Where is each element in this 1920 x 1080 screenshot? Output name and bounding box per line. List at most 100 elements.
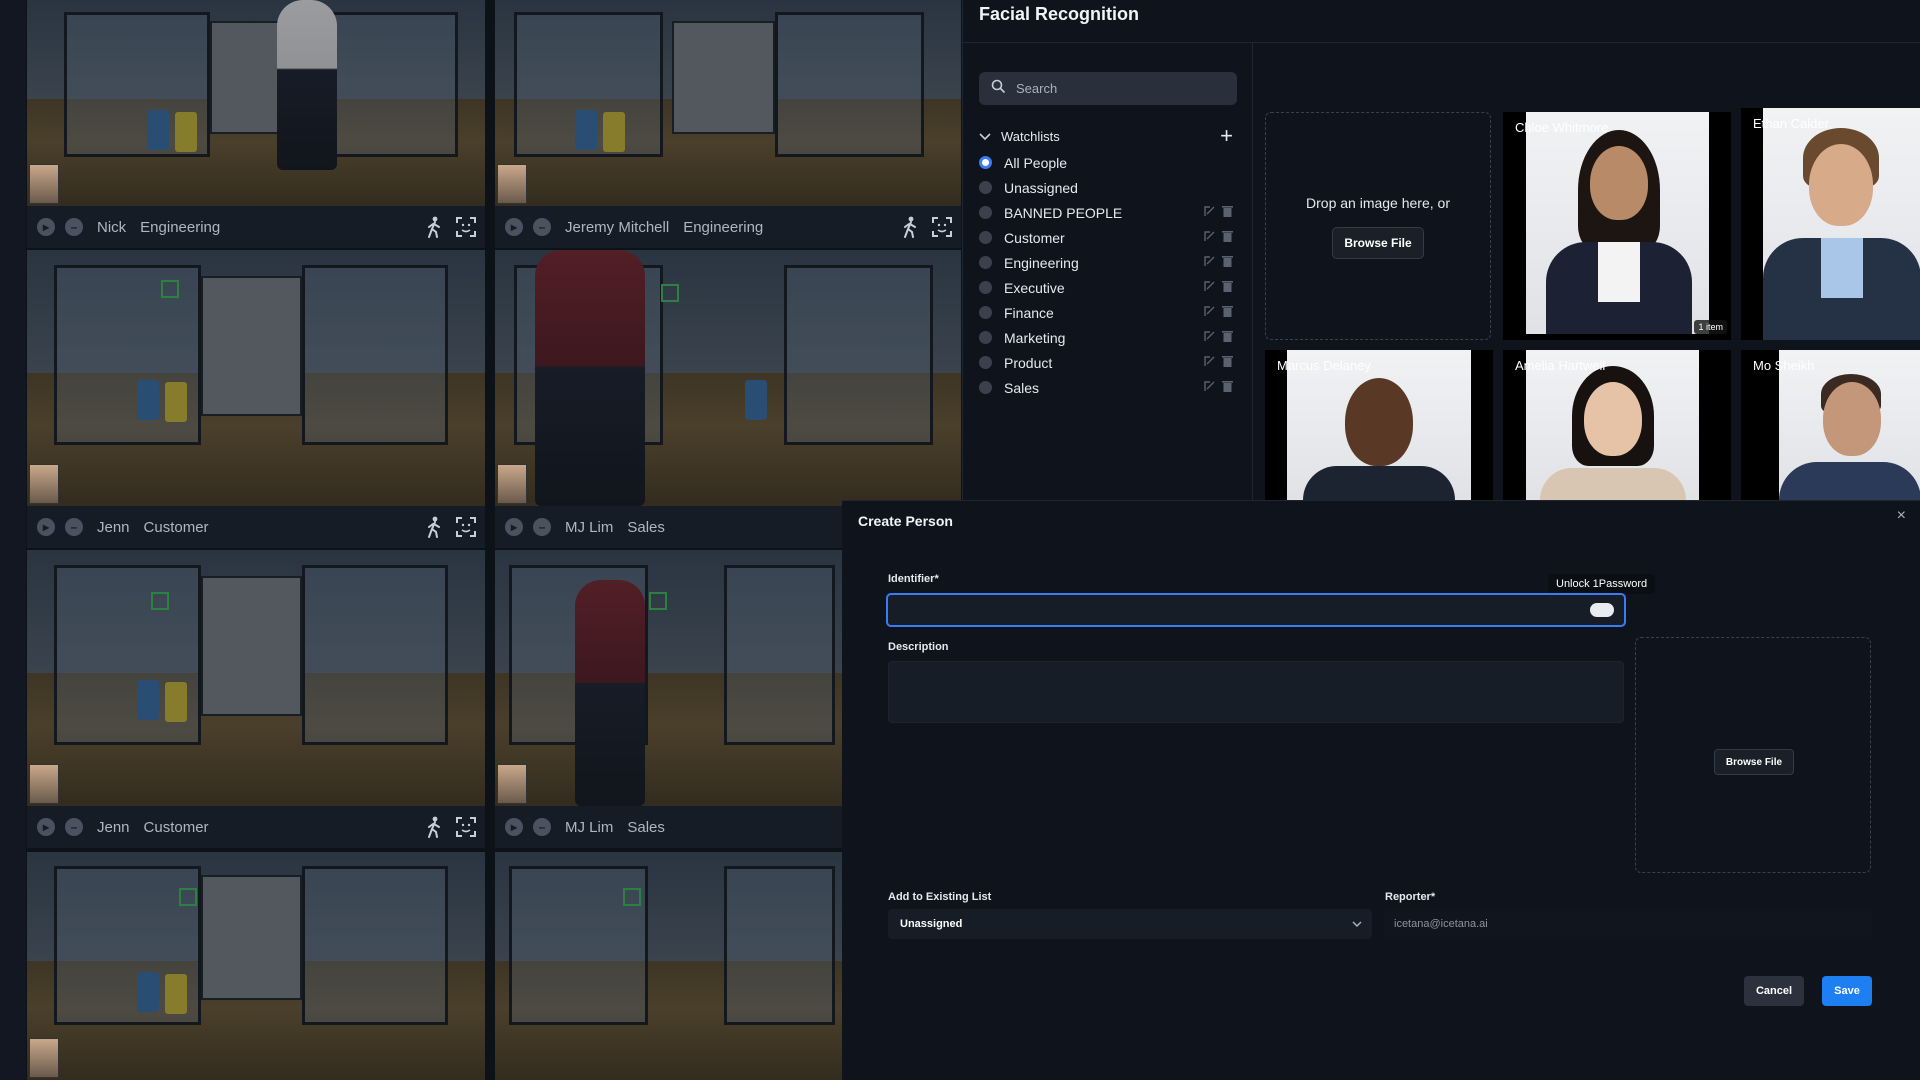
radio-icon[interactable]: [979, 381, 992, 394]
search-icon: [991, 79, 1006, 99]
edit-icon[interactable]: [1203, 205, 1216, 221]
edit-icon[interactable]: [1203, 230, 1216, 246]
watchlist-item[interactable]: Executive: [979, 275, 1237, 300]
identifier-field-wrapper: [886, 593, 1626, 627]
search-box: [979, 72, 1237, 105]
camera-feed[interactable]: [27, 0, 485, 206]
image-drop-zone[interactable]: Drop an image here, or Browse File: [1265, 112, 1491, 340]
trash-icon[interactable]: [1222, 230, 1233, 246]
person-image-drop-zone[interactable]: Browse File: [1635, 637, 1871, 873]
watchlist-item[interactable]: BANNED PEOPLE: [979, 200, 1237, 225]
camera-feed[interactable]: [27, 250, 485, 506]
person-card[interactable]: Ethan Calder: [1741, 108, 1920, 340]
watchlist-label: Executive: [1004, 279, 1065, 296]
radio-icon[interactable]: [979, 356, 992, 369]
edit-icon[interactable]: [1203, 380, 1216, 396]
play-icon[interactable]: ▸: [37, 518, 55, 536]
trash-icon[interactable]: [1222, 280, 1233, 296]
person-walking-icon[interactable]: [897, 214, 923, 240]
trash-icon[interactable]: [1222, 205, 1233, 221]
person-card[interactable]: Amelia Hartwell: [1503, 350, 1731, 500]
face-scan-icon[interactable]: [929, 214, 955, 240]
person-walking-icon[interactable]: [421, 214, 447, 240]
person-card[interactable]: Mo Sheikh: [1741, 350, 1920, 500]
close-icon[interactable]: ×: [1897, 507, 1906, 525]
trash-icon[interactable]: [1222, 330, 1233, 346]
camera-grid-edge: [0, 0, 26, 1080]
watchlist-item[interactable]: Marketing: [979, 325, 1237, 350]
trash-icon[interactable]: [1222, 355, 1233, 371]
person-walking-icon[interactable]: [421, 814, 447, 840]
watchlist-item[interactable]: Finance: [979, 300, 1237, 325]
minus-icon[interactable]: –: [65, 818, 83, 836]
trash-icon[interactable]: [1222, 305, 1233, 321]
edit-icon[interactable]: [1203, 305, 1216, 321]
person-photo: [1526, 112, 1709, 334]
camera-feed[interactable]: [495, 0, 961, 206]
camera-person-name: MJ Lim: [565, 518, 614, 536]
play-icon[interactable]: ▸: [505, 818, 523, 836]
divider: [963, 42, 1920, 43]
watchlist-item[interactable]: Unassigned: [979, 175, 1237, 200]
watchlist-item[interactable]: All People: [979, 150, 1237, 175]
watchlist-item[interactable]: Sales: [979, 375, 1237, 400]
browse-file-button[interactable]: Browse File: [1332, 227, 1424, 259]
radio-icon[interactable]: [979, 206, 992, 219]
search-input[interactable]: [1016, 81, 1216, 96]
camera-person-name: Nick: [97, 218, 127, 236]
play-icon[interactable]: ▸: [37, 818, 55, 836]
person-card[interactable]: Marcus Delaney: [1265, 350, 1493, 500]
description-field-wrapper: [888, 661, 1624, 723]
camera-feed[interactable]: [27, 852, 485, 1080]
cancel-button[interactable]: Cancel: [1744, 976, 1804, 1006]
existing-list-select[interactable]: Unassigned: [888, 909, 1372, 939]
play-icon[interactable]: ▸: [505, 218, 523, 236]
minus-icon[interactable]: –: [65, 218, 83, 236]
camera-feed[interactable]: [495, 250, 961, 506]
camera-feed[interactable]: [495, 852, 842, 1080]
minus-icon[interactable]: –: [533, 218, 551, 236]
edit-icon[interactable]: [1203, 330, 1216, 346]
radio-icon[interactable]: [979, 281, 992, 294]
watchlist-item[interactable]: Customer: [979, 225, 1237, 250]
radio-icon[interactable]: [979, 181, 992, 194]
edit-icon[interactable]: [1203, 355, 1216, 371]
radio-icon[interactable]: [979, 231, 992, 244]
camera-feed[interactable]: [27, 550, 485, 806]
radio-icon[interactable]: [979, 256, 992, 269]
camera-feed[interactable]: [495, 550, 842, 806]
trash-icon[interactable]: [1222, 380, 1233, 396]
face-scan-icon[interactable]: [453, 514, 479, 540]
minus-icon[interactable]: –: [533, 518, 551, 536]
radio-icon[interactable]: [979, 331, 992, 344]
add-watchlist-button[interactable]: +: [1220, 125, 1233, 147]
radio-icon[interactable]: [979, 306, 992, 319]
camera-label-bar: ▸ – MJ Lim Sales: [495, 806, 842, 848]
minus-icon[interactable]: –: [533, 818, 551, 836]
play-icon[interactable]: ▸: [37, 218, 55, 236]
play-icon[interactable]: ▸: [505, 518, 523, 536]
reporter-input[interactable]: [1394, 918, 1854, 930]
camera-person-group: Engineering: [683, 218, 764, 236]
reporter-label: Reporter*: [1385, 891, 1436, 903]
watchlists-header[interactable]: Watchlists +: [979, 125, 1237, 147]
edit-icon[interactable]: [1203, 280, 1216, 296]
radio-selected-icon[interactable]: [979, 156, 992, 169]
trash-icon[interactable]: [1222, 255, 1233, 271]
person-card[interactable]: Chloe Whitmore 1 item: [1503, 112, 1731, 340]
face-thumbnail: [497, 764, 527, 804]
face-scan-icon[interactable]: [453, 214, 479, 240]
password-manager-icon[interactable]: [1590, 603, 1614, 617]
save-button[interactable]: Save: [1822, 976, 1872, 1006]
edit-icon[interactable]: [1203, 255, 1216, 271]
chevron-down-icon[interactable]: [979, 129, 991, 144]
person-walking-icon[interactable]: [421, 514, 447, 540]
browse-file-button[interactable]: Browse File: [1714, 749, 1794, 775]
watchlist-item[interactable]: Engineering: [979, 250, 1237, 275]
minus-icon[interactable]: –: [65, 518, 83, 536]
identifier-input[interactable]: [896, 599, 1586, 621]
face-scan-icon[interactable]: [453, 814, 479, 840]
description-input[interactable]: [889, 662, 1623, 722]
watchlist-item[interactable]: Product: [979, 350, 1237, 375]
person-name: Ethan Calder: [1753, 116, 1829, 131]
